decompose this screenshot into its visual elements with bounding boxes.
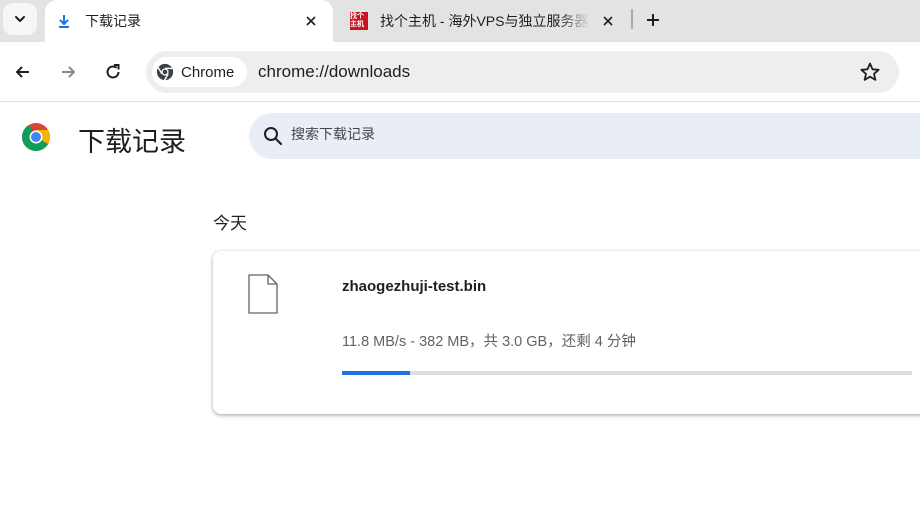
progress-fill [342,371,411,375]
arrow-right-icon [62,66,75,78]
tab-downloads[interactable]: 下载记录 [45,0,333,42]
address-bar[interactable]: Chrome chrome://downloads [146,51,899,93]
forward-button[interactable] [54,58,82,86]
page-title: 下载记录 [78,127,186,157]
download-status: 11.8 MB/s - 382 MB，共 3.0 GB，还剩 4 分钟 [342,334,636,350]
url-text[interactable]: chrome://downloads [258,62,410,82]
zhaogezhuji-favicon: 找个主机 [350,12,368,30]
back-button[interactable] [9,58,37,86]
search-icon [264,127,283,146]
date-header: 今天 [213,214,247,233]
tab-search-button[interactable] [3,3,37,35]
download-item: zhaogezhuji-test.bin 11.8 MB/s - 382 MB，… [213,251,920,414]
chevron-down-icon [15,16,25,22]
star-icon[interactable] [859,61,881,83]
reload-icon [106,64,120,79]
tab-title: 找个主机 - 海外VPS与独立服务器 [380,13,589,29]
arrow-left-icon [16,66,29,78]
browser-toolbar: Chrome chrome://downloads [0,42,920,102]
tab-separator [631,9,633,29]
close-icon[interactable] [598,11,618,31]
chip-label: Chrome [181,63,235,81]
download-icon [55,12,73,30]
tab-zhaogezhuji[interactable]: 找个主机 找个主机 - 海外VPS与独立服务器 [340,0,630,42]
new-tab-button[interactable] [640,7,666,33]
chrome-logo-icon [22,123,50,151]
close-icon[interactable] [301,11,321,31]
file-icon [248,274,278,314]
tab-title: 下载记录 [85,13,141,29]
search-input[interactable] [291,126,691,142]
reload-button[interactable] [99,58,127,86]
site-info-chip[interactable]: Chrome [152,57,247,87]
downloads-search[interactable] [249,113,920,159]
file-name-link[interactable]: zhaogezhuji-test.bin [342,278,486,295]
plus-icon [647,14,659,26]
download-progress-bar [342,371,912,375]
tab-strip: 下载记录 找个主机 找个主机 - 海外VPS与独立服务器 [0,0,920,42]
chrome-icon [156,63,174,81]
